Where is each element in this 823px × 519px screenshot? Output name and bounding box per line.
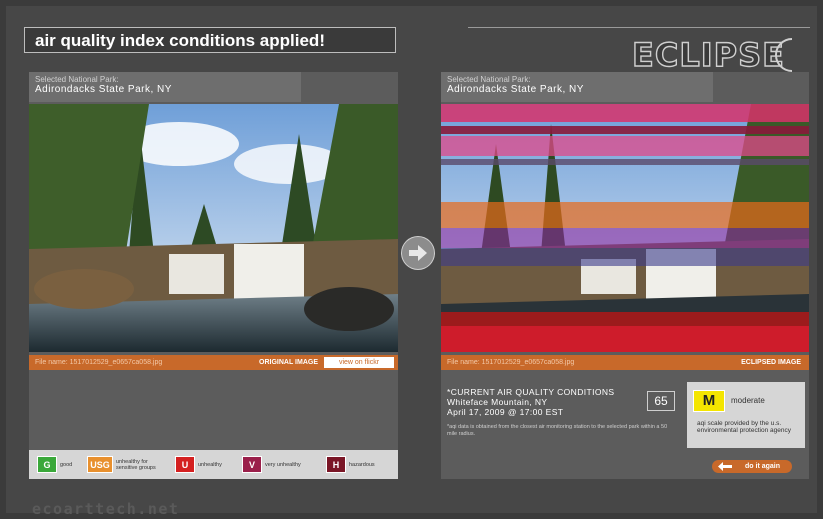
legend-code: U [175, 456, 195, 473]
legend-label: hazardous [349, 461, 375, 468]
legend-code: G [37, 456, 57, 473]
scale-source-note: aqi scale provided by the u.s. environme… [697, 420, 791, 434]
logo-text: ECLIPSE [631, 35, 785, 74]
legend-code: V [242, 456, 262, 473]
conditions-title: *CURRENT AIR QUALITY CONDITIONS [447, 387, 615, 397]
divider [468, 27, 810, 28]
eclipsed-image [441, 104, 809, 352]
file-name: File name: 1517012529_e0657ca058.jpg [447, 359, 575, 366]
file-name: File name: 1517012529_e0657ca058.jpg [35, 359, 163, 366]
current-conditions: *CURRENT AIR QUALITY CONDITIONS Whitefac… [441, 381, 681, 449]
aqi-legend: G good USG unhealthy for sensitive group… [29, 450, 398, 479]
park-label: Selected National Park: [447, 75, 531, 84]
conditions-location: Whiteface Mountain, NY [447, 397, 548, 407]
original-image-tag: ORIGINAL IMAGE [259, 359, 318, 366]
legend-label: good [60, 461, 73, 468]
park-selector-right[interactable]: Selected National Park: Adirondacks Stat… [441, 72, 713, 102]
legend-code: USG [87, 456, 113, 473]
eclipsed-image-tag: ECLIPSED IMAGE [741, 359, 801, 366]
aqi-level-label: moderate [731, 396, 765, 405]
legend-item-usg: USG unhealthy for sensitive groups [87, 456, 164, 473]
legend-item-very-unhealthy: V very unhealthy [242, 456, 301, 473]
eclipse-logo: ECLIPSE [631, 35, 814, 75]
legend-code: H [326, 456, 346, 473]
footer-site: ecoarttech.net [32, 500, 180, 518]
park-name: Adirondacks State Park, NY [447, 84, 584, 95]
crescent-icon [775, 38, 793, 72]
legend-label: unhealthy for sensitive groups [116, 458, 156, 471]
legend-item-hazardous: H hazardous [326, 456, 375, 473]
original-image [29, 104, 398, 352]
aqi-value: 65 [647, 391, 675, 411]
legend-label: unhealthy [198, 461, 222, 468]
conditions-datetime: April 17, 2009 @ 17:00 EST [447, 407, 564, 417]
aqi-scale-box: M moderate aqi scale provided by the u.s… [687, 382, 805, 448]
arrow-right-icon [402, 237, 434, 269]
legend-item-unhealthy: U unhealthy [175, 456, 222, 473]
page-banner: air quality index conditions applied! [24, 27, 396, 53]
arrow-left-icon [718, 462, 732, 471]
park-label: Selected National Park: [35, 75, 119, 84]
do-it-again-label: do it again [745, 463, 780, 470]
apply-arrow-button[interactable] [401, 236, 435, 270]
file-bar-left: File name: 1517012529_e0657ca058.jpg ORI… [29, 355, 398, 370]
do-it-again-button[interactable]: do it again [712, 460, 792, 473]
conditions-note: *aqi data is obtained from the closest a… [447, 424, 668, 437]
view-on-flickr-link[interactable]: view on flickr [324, 357, 394, 368]
park-selector-left[interactable]: Selected National Park: Adirondacks Stat… [29, 72, 301, 102]
legend-label: very unhealthy [265, 461, 301, 468]
file-bar-right: File name: 1517012529_e0657ca058.jpg ECL… [441, 355, 809, 370]
aqi-level-code: M [693, 390, 725, 412]
park-name: Adirondacks State Park, NY [35, 84, 172, 95]
legend-item-good: G good [37, 456, 72, 473]
